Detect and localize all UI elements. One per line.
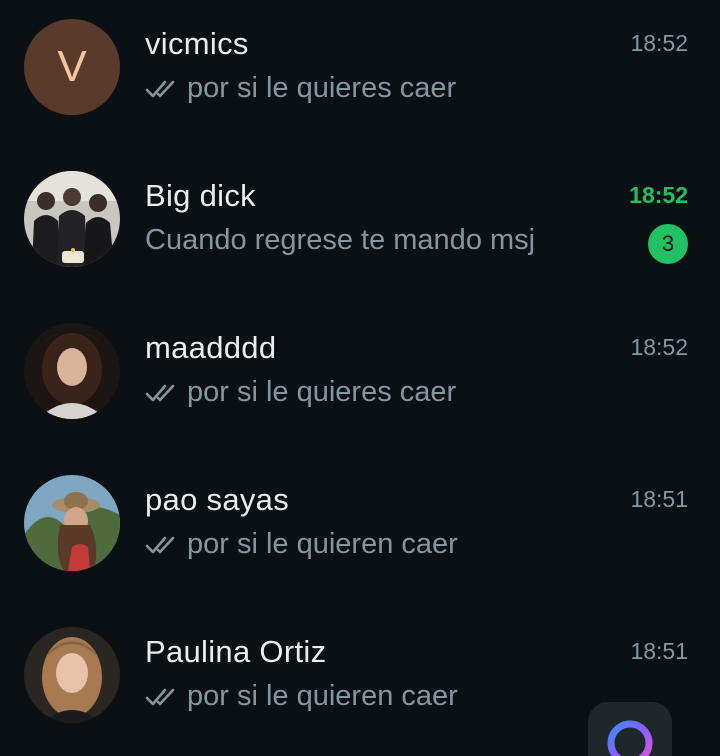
- avatar[interactable]: [24, 323, 120, 419]
- chat-time: 18:52: [630, 334, 688, 360]
- double-check-icon: [145, 688, 175, 705]
- chat-time: 18:52: [629, 182, 688, 208]
- profile-photo-avatar: [24, 627, 120, 723]
- message-preview-text: por si le quieren caer: [187, 680, 458, 712]
- message-preview: por si le quieren caer: [145, 680, 458, 713]
- message-preview-text: por si le quieres caer: [187, 376, 457, 408]
- chat-name: vicmics: [145, 26, 249, 61]
- double-check-icon: [145, 536, 175, 553]
- chat-name: Big dick: [145, 178, 256, 213]
- avatar[interactable]: [24, 627, 120, 723]
- chat-name: Paulina Ortiz: [145, 634, 327, 669]
- message-preview-text: por si le quieres caer: [187, 72, 457, 104]
- message-preview-text: Cuando regrese te mando msj: [145, 224, 536, 256]
- chat-time: 18:51: [630, 486, 688, 512]
- chat-row-maadddd[interactable]: maadddd 18:52 por si le quieres caer: [0, 304, 720, 456]
- double-check-icon: [145, 384, 175, 401]
- avatar-letter: V: [57, 42, 87, 91]
- chat-row-big-dick[interactable]: Big dick 18:52 Cuando regrese te mando m…: [0, 152, 720, 304]
- message-preview-text: por si le quieren caer: [187, 528, 458, 560]
- message-preview: Cuando regrese te mando msj: [145, 224, 535, 257]
- chat-time: 18:51: [630, 638, 688, 664]
- group-photo-avatar: [24, 171, 120, 267]
- avatar[interactable]: V: [24, 19, 120, 115]
- avatar[interactable]: [24, 475, 120, 571]
- chat-name: pao sayas: [145, 482, 290, 517]
- chat-row-pao-sayas[interactable]: pao sayas 18:51 por si le quieren caer: [0, 456, 720, 608]
- chat-name: maadddd: [145, 330, 277, 365]
- chat-row-vicmics[interactable]: V vicmics 18:52 por si le quieres caer: [0, 0, 720, 152]
- message-preview: por si le quieres caer: [145, 376, 456, 409]
- avatar[interactable]: [24, 171, 120, 267]
- meta-ai-ring-icon: [607, 720, 653, 756]
- profile-photo-avatar: [24, 475, 120, 571]
- double-check-icon: [145, 80, 175, 97]
- chat-time: 18:52: [630, 30, 688, 56]
- chat-list: V vicmics 18:52 por si le quieres caer B…: [0, 0, 720, 756]
- unread-count-badge: 3: [648, 224, 688, 264]
- meta-ai-button[interactable]: [588, 702, 672, 756]
- profile-photo-avatar: [24, 323, 120, 419]
- message-preview: por si le quieren caer: [145, 528, 458, 561]
- message-preview: por si le quieres caer: [145, 72, 456, 105]
